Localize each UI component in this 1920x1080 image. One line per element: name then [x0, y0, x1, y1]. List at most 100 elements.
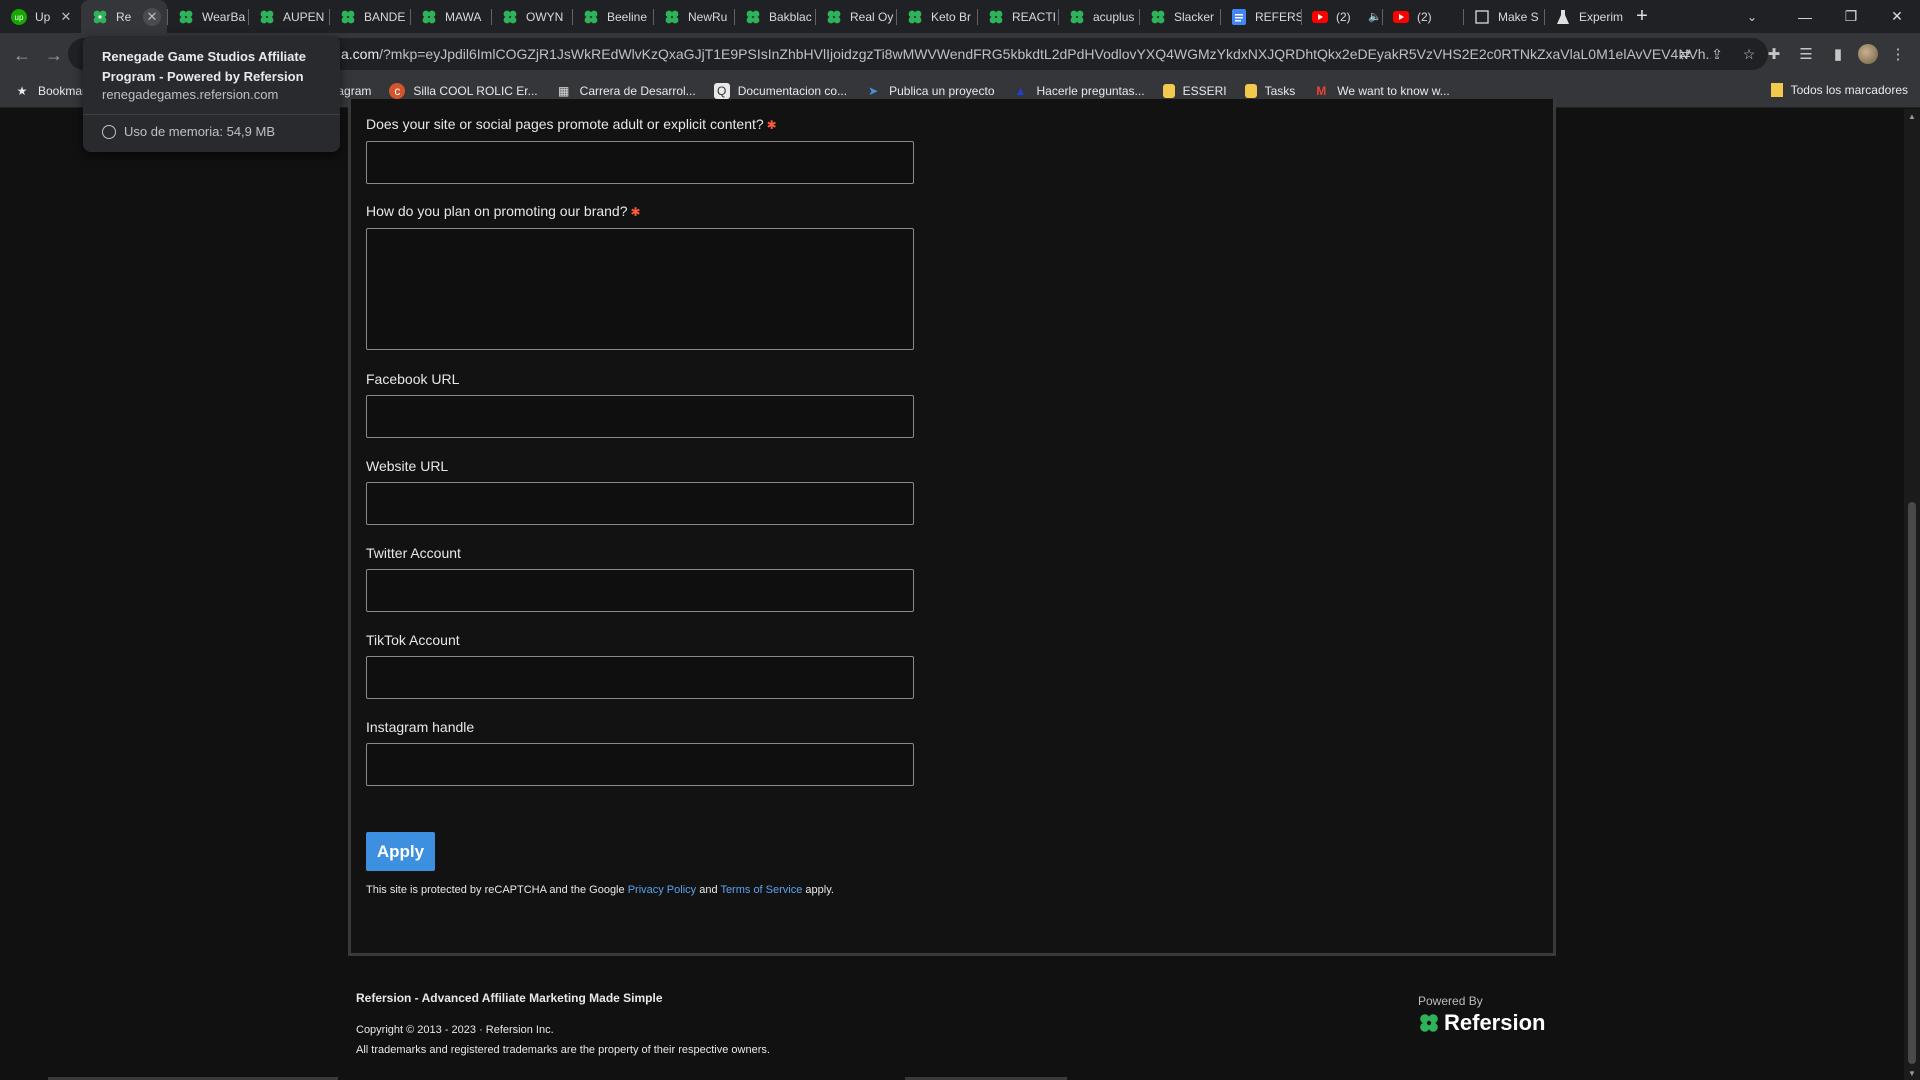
- recaptcha-text: and: [696, 884, 721, 896]
- browser-tab[interactable]: Keto Br: [896, 0, 977, 33]
- scroll-down-icon[interactable]: ▼: [1904, 1066, 1920, 1080]
- browser-tab[interactable]: Make S: [1463, 0, 1544, 33]
- media-queue-icon[interactable]: ☰: [1794, 42, 1818, 66]
- page-viewport: Does your site or social pages promote a…: [0, 99, 1904, 1080]
- tab-label: Keto Br: [931, 9, 972, 24]
- bookmark-item[interactable]: c Silla COOL ROLIC Er...: [389, 83, 538, 99]
- instagram-handle-input[interactable]: [366, 743, 914, 786]
- hover-card-domain: renegadegames.refersion.com: [102, 87, 279, 102]
- translate-icon[interactable]: ⇄: [1674, 43, 1696, 65]
- terms-of-service-link[interactable]: Terms of Service: [720, 884, 802, 896]
- refersion-leaf-icon: [745, 9, 761, 25]
- tab-label: AUPEN: [283, 9, 325, 24]
- tab-label: WearBa: [202, 9, 246, 24]
- tab-label: Make S: [1498, 9, 1539, 24]
- share-icon[interactable]: ⇪: [1706, 43, 1728, 65]
- page-icon: [1474, 9, 1490, 25]
- browser-tab[interactable]: OWYN: [491, 0, 572, 33]
- bookmark-item[interactable]: ESSERI: [1162, 84, 1227, 98]
- url-text[interactable]: a.com/?mkp=eyJpdil6ImlCOGZjR1JsWkREdWlvK…: [341, 46, 1711, 62]
- refersion-leaf-icon: [502, 9, 518, 25]
- scroll-up-icon[interactable]: ▲: [1904, 109, 1920, 123]
- all-bookmarks-folder[interactable]: Todos los marcadores: [1770, 83, 1908, 97]
- footer-brand: Refersion - Advanced Affiliate Marketing…: [356, 991, 663, 1005]
- browser-tab[interactable]: Experim: [1544, 0, 1625, 33]
- refersion-leaf-icon: [826, 9, 842, 25]
- powered-by-label: Powered By: [1418, 994, 1483, 1008]
- browser-tab[interactable]: Real Oy: [815, 0, 896, 33]
- close-tab-icon[interactable]: ✕: [57, 8, 75, 26]
- trademark-text: All trademarks and registered trademarks…: [356, 1044, 770, 1056]
- browser-tab[interactable]: MAWA: [410, 0, 491, 33]
- youtube-icon: [1312, 9, 1328, 25]
- bookmark-item[interactable]: Tasks: [1244, 84, 1295, 98]
- browser-tab[interactable]: (2) 🔈: [1301, 0, 1382, 33]
- tiktok-account-input[interactable]: [366, 656, 914, 699]
- bookmark-label: Bookmar: [38, 84, 87, 98]
- privacy-policy-link[interactable]: Privacy Policy: [628, 884, 696, 896]
- extensions-icon[interactable]: ✚: [1762, 42, 1786, 66]
- new-tab-button[interactable]: +: [1625, 0, 1659, 33]
- arrow-logo-icon: ➤: [868, 84, 879, 98]
- tab-label: BANDE: [364, 9, 406, 24]
- tab-label: Up: [35, 9, 51, 24]
- browser-tab[interactable]: BANDE: [329, 0, 410, 33]
- adult-content-input[interactable]: [366, 141, 914, 184]
- website-url-input[interactable]: [366, 482, 914, 525]
- avatar[interactable]: [1858, 44, 1878, 64]
- bookmark-item[interactable]: ➤ Publica un proyecto: [865, 83, 994, 99]
- flag-icon: ▲: [1014, 84, 1027, 98]
- hover-card-title: Renegade Game Studios Affiliate Program …: [102, 49, 306, 84]
- browser-tab[interactable]: REFERS: [1220, 0, 1301, 33]
- side-panel-icon[interactable]: ▮: [1826, 42, 1850, 66]
- bookmark-item[interactable]: ★ Bookmar: [14, 83, 86, 99]
- back-icon[interactable]: ←: [8, 41, 36, 69]
- close-window-button[interactable]: ✕: [1874, 0, 1920, 33]
- url-host: a.com: [341, 46, 380, 62]
- field-label: Website URL: [366, 458, 449, 474]
- scrollbar-thumb[interactable]: [1908, 502, 1916, 1064]
- browser-tab[interactable]: up Up ✕: [0, 0, 81, 33]
- tab-label: Re: [116, 9, 132, 24]
- twitter-account-input[interactable]: [366, 569, 914, 612]
- browser-tab[interactable]: Bakblac: [734, 0, 815, 33]
- facebook-url-input[interactable]: [366, 395, 914, 438]
- speaker-icon[interactable]: 🔈: [1368, 10, 1382, 23]
- browser-tab[interactable]: (2): [1382, 0, 1463, 33]
- browser-tab[interactable]: REACTI: [977, 0, 1058, 33]
- browser-tab[interactable]: AUPEN: [248, 0, 329, 33]
- vertical-scrollbar[interactable]: ▲ ▼: [1904, 109, 1920, 1080]
- bookmark-label: Publica un proyecto: [889, 84, 995, 98]
- apply-button[interactable]: Apply: [366, 832, 435, 871]
- required-icon: ✱: [766, 118, 777, 132]
- menu-kebab-icon[interactable]: ⋮: [1886, 42, 1910, 66]
- browser-tab[interactable]: WearBa: [167, 0, 248, 33]
- bookmark-label: Silla COOL ROLIC Er...: [413, 84, 538, 98]
- tab-label: acuplus: [1093, 9, 1135, 24]
- browser-tab[interactable]: acuplus: [1058, 0, 1139, 33]
- bookmark-item[interactable]: ▦ Carrera de Desarrol...: [556, 83, 696, 99]
- browser-tab[interactable]: Slacker: [1139, 0, 1220, 33]
- browser-tab-active[interactable]: Re ✕: [81, 0, 167, 33]
- bookmark-label: Carrera de Desarrol...: [579, 84, 696, 98]
- browser-tab[interactable]: Beeline: [572, 0, 653, 33]
- close-tab-icon[interactable]: ✕: [143, 7, 161, 26]
- memory-text: Uso de memoria: 54,9 MB: [124, 124, 276, 139]
- browser-tab[interactable]: NewRu: [653, 0, 734, 33]
- refersion-leaf-icon: [421, 9, 437, 25]
- refersion-logo: Refersion: [1418, 1010, 1545, 1036]
- forward-icon[interactable]: →: [40, 41, 68, 69]
- refersion-leaf-icon: [259, 9, 275, 25]
- bookmark-item[interactable]: M We want to know w...: [1313, 83, 1450, 99]
- minimize-button[interactable]: —: [1782, 0, 1828, 33]
- bookmark-item[interactable]: Q Documentacion co...: [713, 83, 847, 99]
- bookmark-item[interactable]: ▲ Hacerle preguntas...: [1013, 83, 1145, 99]
- tab-search-button[interactable]: ⌄: [1734, 0, 1770, 33]
- restore-button[interactable]: ❐: [1828, 0, 1874, 33]
- promotion-plan-textarea[interactable]: [366, 228, 914, 350]
- url-path: /?mkp=eyJpdil6ImlCOGZjR1JsWkREdWlvKzQxaG…: [379, 46, 1711, 62]
- bookmark-star-icon[interactable]: ☆: [1738, 43, 1760, 65]
- powered-by-refersion[interactable]: Powered By Refersion: [1418, 994, 1545, 1036]
- recaptcha-text: This site is protected by reCAPTCHA and …: [366, 884, 628, 896]
- field-label: Facebook URL: [366, 371, 460, 387]
